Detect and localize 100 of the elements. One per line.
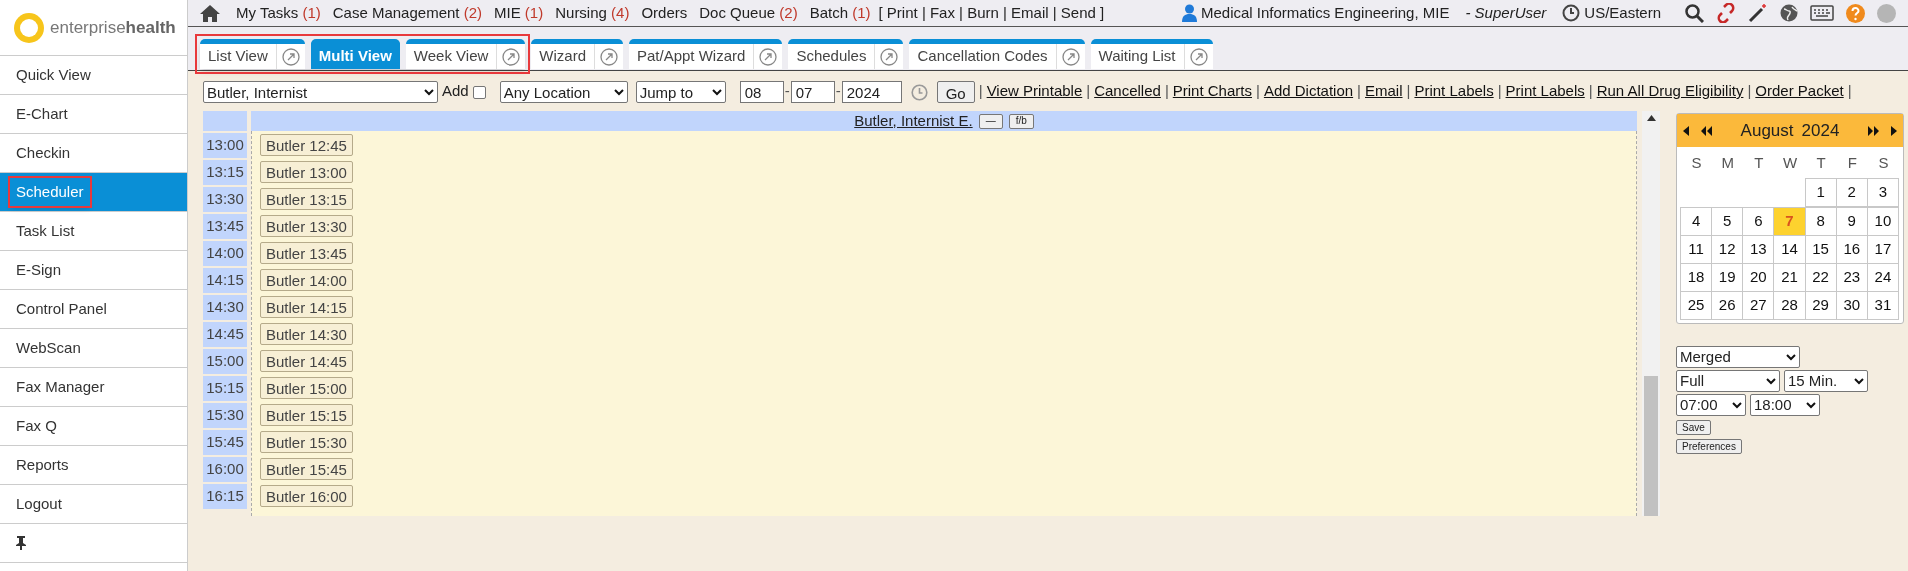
- tab[interactable]: Schedules: [788, 39, 904, 69]
- popout-icon[interactable]: [759, 47, 778, 66]
- appointment-slot[interactable]: Butler 14:30: [260, 322, 353, 345]
- tab[interactable]: Pat/Appt Wizard: [629, 39, 783, 69]
- toolbar-link[interactable]: Run All Drug Eligibility: [1596, 82, 1744, 99]
- toolbar-link[interactable]: Print Charts: [1172, 82, 1252, 99]
- chevron-down-icon[interactable]: [1786, 353, 1796, 361]
- tab[interactable]: Cancellation Codes: [909, 39, 1085, 69]
- toolbar-link[interactable]: Print Labels: [1414, 82, 1494, 99]
- popout-icon[interactable]: [600, 47, 618, 66]
- appointment-slot[interactable]: Butler 15:15: [260, 403, 353, 426]
- toolbar-link[interactable]: View Printable: [986, 82, 1083, 99]
- sidebar-item[interactable]: WebScan: [0, 329, 187, 368]
- appointment-slot[interactable]: Butler 13:30: [260, 214, 353, 237]
- sidebar-item[interactable]: Quick View: [0, 56, 187, 95]
- popout-icon[interactable]: [502, 47, 521, 66]
- popout-icon[interactable]: [880, 47, 899, 66]
- tab[interactable]: Week View: [405, 39, 526, 69]
- sidebar-item[interactable]: Control Panel: [0, 290, 187, 329]
- home-icon[interactable]: [200, 4, 220, 22]
- popout-icon[interactable]: [281, 47, 300, 66]
- chevron-down-icon[interactable]: [1766, 377, 1776, 385]
- appointment-slot[interactable]: Butler 15:00: [260, 376, 353, 399]
- popout-icon[interactable]: [1061, 47, 1080, 66]
- chevron-down-icon[interactable]: [1854, 377, 1864, 385]
- tab[interactable]: List View: [200, 39, 305, 69]
- batch-actions-text[interactable]: [ Print | Fax | Burn | Email | Send ]: [878, 1, 1105, 25]
- appointment-slot[interactable]: Butler 13:45: [260, 241, 353, 264]
- broken-link-icon[interactable]: [1716, 3, 1736, 23]
- calendar-day[interactable]: 2: [1835, 178, 1868, 208]
- save-button[interactable]: Save: [1676, 420, 1711, 436]
- collapse-button[interactable]: —: [978, 113, 1003, 129]
- calendar-day[interactable]: 3: [1866, 178, 1899, 208]
- appointment-slot[interactable]: Butler 13:15: [260, 187, 353, 210]
- sidebar-item[interactable]: Logout: [0, 485, 187, 524]
- sidebar-item[interactable]: Fax Manager: [0, 368, 187, 407]
- calendar-day[interactable]: 31: [1866, 291, 1899, 321]
- go-button[interactable]: Go: [936, 81, 975, 104]
- date-field[interactable]: 08: [739, 81, 784, 104]
- nav-link[interactable]: Orders: [641, 1, 688, 25]
- nav-link[interactable]: Nursing (4): [555, 1, 630, 25]
- add-checkbox[interactable]: [472, 85, 486, 99]
- interval-select[interactable]: 15 Min.: [1784, 370, 1868, 393]
- start-time-select[interactable]: 07:00: [1676, 394, 1746, 417]
- tab[interactable]: Multi View: [310, 39, 400, 69]
- appointment-slot[interactable]: Butler 14:15: [260, 295, 353, 318]
- toolbar-link[interactable]: Print Labels: [1505, 82, 1585, 99]
- next-month-icon[interactable]: [1891, 125, 1897, 136]
- tab[interactable]: Waiting List: [1090, 39, 1213, 69]
- appointment-slot[interactable]: Butler 14:45: [260, 349, 353, 372]
- chevron-down-icon[interactable]: [424, 88, 434, 96]
- appointment-slot[interactable]: Butler 13:00: [260, 160, 353, 183]
- previous-month-icon[interactable]: [1683, 125, 1689, 136]
- calendar-day[interactable]: 4: [1680, 207, 1713, 237]
- fb-button[interactable]: f/b: [1008, 113, 1034, 129]
- appointment-slot[interactable]: Butler 14:00: [260, 268, 353, 291]
- toolbar-link[interactable]: Add Dictation: [1263, 82, 1354, 99]
- nav-link[interactable]: Doc Queue (2): [699, 1, 798, 25]
- appointment-slot[interactable]: Butler 15:30: [260, 430, 353, 453]
- date-field[interactable]: 07: [790, 81, 835, 104]
- nav-link[interactable]: MIE (1): [494, 1, 544, 25]
- scroll-up-icon[interactable]: [1646, 115, 1656, 122]
- toolbar-link[interactable]: Cancelled: [1094, 82, 1161, 99]
- preferences-button[interactable]: Preferences: [1676, 439, 1742, 455]
- provider-select[interactable]: Butler, Internist: [203, 81, 438, 104]
- appointment-slot[interactable]: Butler 16:00: [260, 484, 353, 507]
- sidebar-item[interactable]: Fax Q: [0, 407, 187, 446]
- keyboard-icon[interactable]: [1810, 5, 1834, 21]
- scroll-thumb[interactable]: [1644, 376, 1658, 517]
- pin-icon[interactable]: [16, 536, 26, 550]
- date-field[interactable]: 2024: [841, 81, 902, 104]
- chevron-down-icon[interactable]: [711, 88, 722, 96]
- sidebar-item[interactable]: E-Chart: [0, 95, 187, 134]
- range-select[interactable]: Full: [1676, 370, 1780, 393]
- nav-link[interactable]: My Tasks (1): [236, 1, 321, 25]
- sidebar-item[interactable]: Scheduler: [0, 173, 187, 212]
- nav-link[interactable]: Batch (1): [809, 1, 871, 25]
- end-time-select[interactable]: 18:00: [1750, 394, 1820, 417]
- sidebar-item[interactable]: E-Sign: [0, 251, 187, 290]
- provider-link[interactable]: Butler, Internist E.: [854, 109, 973, 133]
- jump-select[interactable]: Jump to: [635, 81, 726, 104]
- appointment-slot[interactable]: Butler 12:45: [260, 133, 353, 156]
- magic-wand-icon[interactable]: [1748, 3, 1768, 23]
- calendar-day[interactable]: 1: [1804, 178, 1837, 208]
- mode-select[interactable]: Merged: [1676, 346, 1800, 369]
- toolbar-link[interactable]: Order Packet: [1755, 82, 1844, 99]
- toolbar-link[interactable]: Email: [1365, 82, 1403, 99]
- next-year-icon[interactable]: [1868, 125, 1879, 136]
- sidebar-item[interactable]: Reports: [0, 446, 187, 485]
- timezone-text[interactable]: US/Eastern: [1584, 1, 1661, 25]
- search-icon[interactable]: [1685, 3, 1704, 23]
- calendar-day[interactable]: 25: [1680, 291, 1713, 321]
- sidebar-item[interactable]: Task List: [0, 212, 187, 251]
- chevron-down-icon[interactable]: [1732, 401, 1742, 409]
- tab[interactable]: Wizard: [531, 39, 623, 69]
- globe-icon[interactable]: [1780, 4, 1798, 22]
- chevron-down-icon[interactable]: [1806, 401, 1816, 409]
- nav-link[interactable]: Case Management (2): [332, 1, 482, 25]
- scrollbar[interactable]: [1642, 111, 1660, 517]
- chevron-down-icon[interactable]: [613, 88, 624, 96]
